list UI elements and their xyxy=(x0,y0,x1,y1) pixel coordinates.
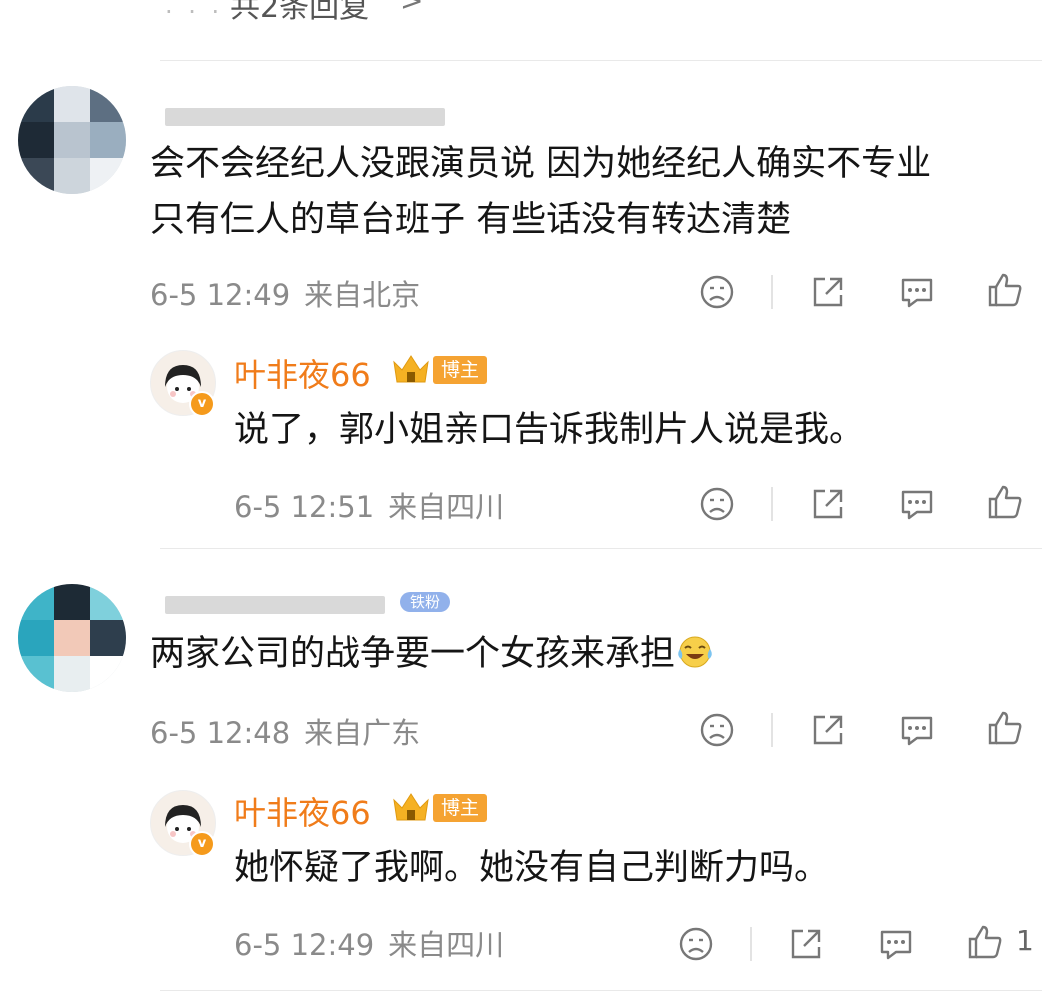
verified-badge-icon: v xyxy=(189,831,215,857)
reply-meta: 6-5 12:51 来自四川 xyxy=(234,484,504,526)
crown-icon xyxy=(393,355,429,383)
frown-face-icon[interactable] xyxy=(697,272,737,312)
frown-face-icon[interactable] xyxy=(676,924,716,964)
comment-bubble-icon[interactable] xyxy=(897,272,937,312)
comment-meta: 6-5 12:48 来自广东 xyxy=(150,710,420,752)
reply-text: 说了，郭小姐亲口告诉我制片人说是我。 xyxy=(234,410,865,450)
thumbs-up-icon[interactable] xyxy=(985,270,1025,310)
share-icon[interactable] xyxy=(808,272,848,312)
divider xyxy=(160,548,1042,549)
thumbs-up-icon[interactable] xyxy=(985,708,1025,748)
like-count: 1 xyxy=(1016,924,1034,957)
frown-face-icon[interactable] xyxy=(697,710,737,750)
more-replies-link[interactable]: 共2条回复 xyxy=(230,0,369,26)
frown-face-icon[interactable] xyxy=(697,484,737,524)
divider xyxy=(160,60,1042,61)
reply-time: 6-5 12:51 xyxy=(234,490,375,524)
laugh-cry-emoji-icon xyxy=(678,636,712,668)
comment-location: 来自北京 xyxy=(304,278,421,312)
reply-author-name[interactable]: 叶非夜66 xyxy=(234,788,371,834)
comment-text: 两家公司的战争要一个女孩来承担 xyxy=(150,626,715,682)
reply-location: 来自四川 xyxy=(388,928,505,962)
reply-author-name[interactable]: 叶非夜66 xyxy=(234,350,371,396)
comment-bubble-icon[interactable] xyxy=(897,484,937,524)
comment-meta: 6-5 12:49 来自北京 xyxy=(150,272,420,314)
share-icon[interactable] xyxy=(808,710,848,750)
reply-time: 6-5 12:49 xyxy=(234,928,375,962)
username-blurred[interactable] xyxy=(165,596,385,614)
username-blurred[interactable] xyxy=(165,108,445,126)
comment-text-line: 只有仨人的草台班子 有些话没有转达清楚 xyxy=(150,200,792,240)
thumbs-up-icon[interactable] xyxy=(965,922,1005,962)
comment-time: 6-5 12:48 xyxy=(150,716,291,750)
comment-location: 来自广东 xyxy=(304,716,421,750)
thumbs-up-icon[interactable] xyxy=(985,482,1025,522)
share-icon[interactable] xyxy=(786,924,826,964)
avatar[interactable] xyxy=(18,584,126,692)
blogger-tag: 博主 xyxy=(433,794,488,822)
fan-badge: 铁粉 xyxy=(400,592,451,612)
reply-text: 她怀疑了我啊。她没有自己判断力吗。 xyxy=(234,848,830,888)
action-separator xyxy=(750,927,752,961)
comment-time: 6-5 12:49 xyxy=(150,278,291,312)
reply-thread-dots: · · · xyxy=(165,0,224,26)
more-replies-chevron-icon: > xyxy=(400,0,424,17)
reply-location: 来自四川 xyxy=(388,490,505,524)
crown-icon xyxy=(393,793,429,821)
divider xyxy=(160,990,1042,991)
share-icon[interactable] xyxy=(808,484,848,524)
comment-bubble-icon[interactable] xyxy=(876,924,916,964)
avatar[interactable] xyxy=(18,86,126,194)
action-separator xyxy=(771,487,773,521)
reply-meta: 6-5 12:49 来自四川 xyxy=(234,922,504,964)
comment-text-content: 两家公司的战争要一个女孩来承担 xyxy=(150,634,676,674)
comment-text-line: 会不会经纪人没跟演员说 因为她经纪人确实不专业 xyxy=(150,144,932,184)
blogger-tag: 博主 xyxy=(433,356,488,384)
action-separator xyxy=(771,275,773,309)
comment-bubble-icon[interactable] xyxy=(897,710,937,750)
verified-badge-icon: v xyxy=(189,391,215,417)
action-separator xyxy=(771,713,773,747)
